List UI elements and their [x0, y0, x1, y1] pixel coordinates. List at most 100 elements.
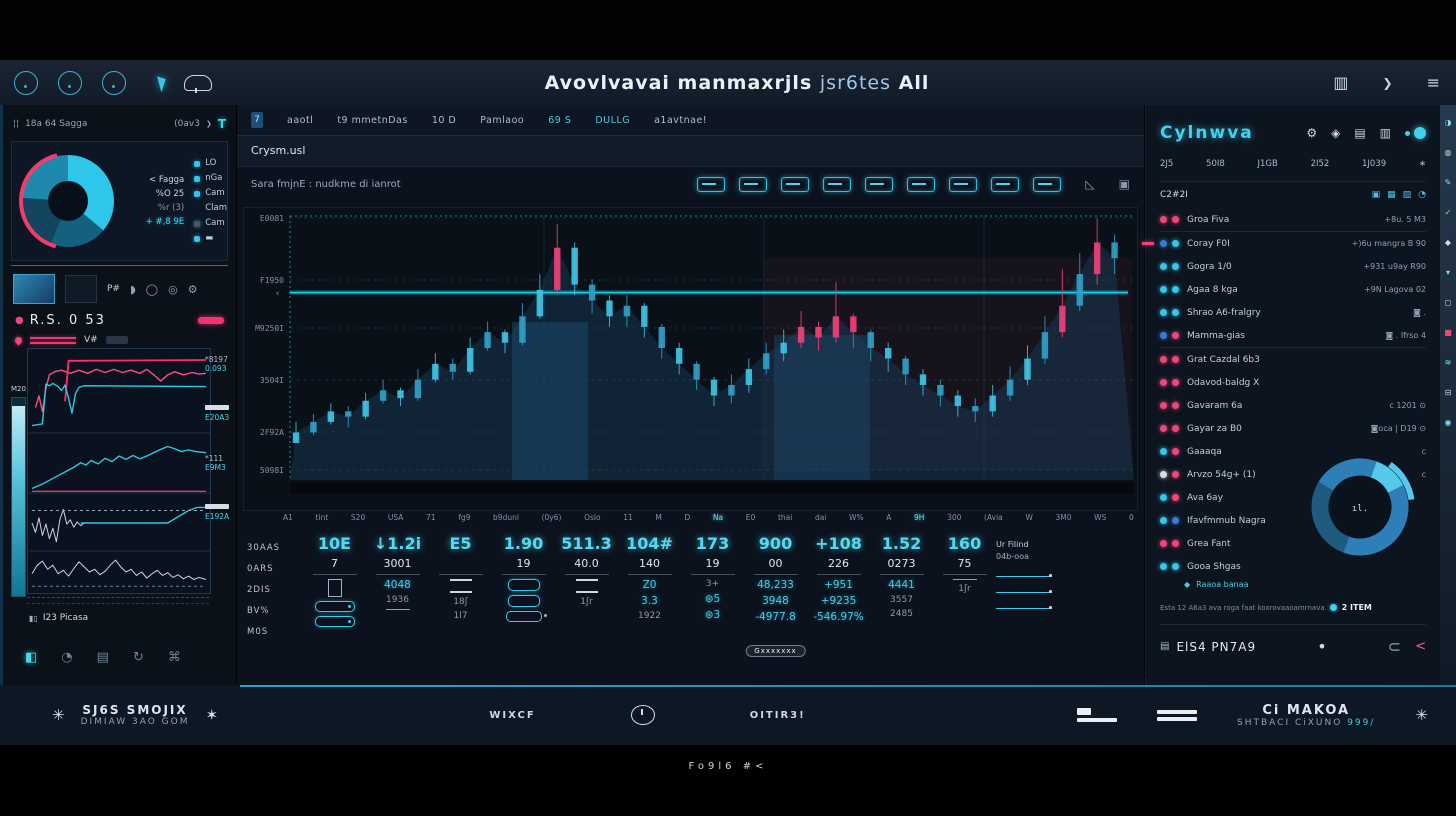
- tab-3[interactable]: J1GB: [1258, 159, 1278, 169]
- edge-strip-icon[interactable]: ✓: [1445, 209, 1452, 217]
- section-icon[interactable]: ◔: [1418, 190, 1426, 200]
- legend-item[interactable]: LO: [194, 156, 227, 171]
- path-tool-icon[interactable]: [991, 177, 1019, 192]
- edge-strip-icon[interactable]: ≋: [1445, 359, 1452, 367]
- sparkle-icon[interactable]: ✳: [52, 706, 65, 724]
- subset-icon[interactable]: ⊂: [1388, 637, 1401, 656]
- pin-icon[interactable]: ◗: [130, 283, 136, 296]
- edge-strip-icon[interactable]: ◍: [1445, 149, 1452, 157]
- side-slider-1[interactable]: [996, 571, 1052, 577]
- clock-circle-icon[interactable]: [102, 71, 126, 95]
- sparkle-icon-3[interactable]: ✳: [1415, 706, 1428, 724]
- pillD-icon[interactable]: [506, 611, 542, 622]
- back-chevron-icon[interactable]: <: [1415, 639, 1426, 654]
- watchlist-row[interactable]: Agaa 8 kga+9N Lagova 02: [1160, 278, 1426, 301]
- menu-item[interactable]: t9 mmetnDas: [337, 115, 407, 126]
- sparkle-icon-2[interactable]: ✶: [206, 706, 219, 724]
- section-icon[interactable]: ▣: [1372, 190, 1381, 200]
- tab-1[interactable]: 2J5: [1160, 159, 1173, 169]
- watchlist-row[interactable]: Shrao A6-fralgry◙ .: [1160, 301, 1426, 324]
- stat-pill[interactable]: Gxxxxxxx: [745, 645, 805, 657]
- bars-icon-1[interactable]: [1077, 705, 1117, 725]
- columns-icon[interactable]: ▥: [1380, 126, 1391, 140]
- sidebar-tool-icon[interactable]: ▤: [97, 650, 109, 665]
- snapshot-icon[interactable]: ▣: [1119, 177, 1130, 191]
- sidebar-tool-icon[interactable]: ⌘: [168, 650, 181, 665]
- eraser-icon[interactable]: ◺: [1085, 177, 1094, 191]
- legend-item[interactable]: Cam: [194, 186, 227, 201]
- sidebar-pin-icon[interactable]: T: [218, 117, 226, 131]
- edge-strip-icon[interactable]: ◉: [1445, 419, 1452, 427]
- chart-thumbnail-empty[interactable]: [65, 275, 97, 303]
- grid-tool-icon[interactable]: [823, 177, 851, 192]
- sidebar-chevron-icon[interactable]: ❯: [206, 120, 212, 128]
- bullseye-icon[interactable]: ◎: [168, 283, 178, 296]
- edge-strip-icon[interactable]: ◻: [1445, 299, 1452, 307]
- watchlist-row[interactable]: Gayar za B0◙oca | D19 ⊙: [1160, 417, 1426, 440]
- menu-item[interactable]: 69 S: [548, 115, 571, 126]
- circle-icon[interactable]: ◯: [146, 283, 158, 296]
- section-icon[interactable]: ▦: [1387, 190, 1396, 200]
- edge-strip-icon[interactable]: ✎: [1445, 179, 1452, 187]
- footer-link-2[interactable]: OITIR3!: [750, 710, 806, 721]
- sidebar-tool-icon[interactable]: ◧: [25, 650, 37, 665]
- watchlist-row[interactable]: Grat Cazdal 6b3: [1160, 348, 1426, 371]
- edge-strip-icon[interactable]: ■: [1444, 329, 1452, 337]
- more-tool-icon[interactable]: [1033, 177, 1061, 192]
- brush-tool-icon[interactable]: [781, 177, 809, 192]
- watchlist-row[interactable]: Mamma-gias◙ . Ifrso 4: [1160, 324, 1426, 347]
- menu-item[interactable]: Pamlaoo: [480, 115, 524, 126]
- flag-tool-icon[interactable]: [949, 177, 977, 192]
- legend-item[interactable]: Cam: [194, 216, 227, 231]
- legend-item[interactable]: ▬: [194, 231, 227, 246]
- pill-icon[interactable]: [508, 579, 540, 591]
- side-slider-3[interactable]: [996, 603, 1052, 609]
- menu-item[interactable]: 10 D: [432, 115, 456, 126]
- pill-icon[interactable]: [508, 595, 540, 607]
- legend-item[interactable]: nGa: [194, 171, 227, 186]
- edge-strip-icon[interactable]: ◑: [1445, 119, 1452, 127]
- chevron-right-icon[interactable]: ❯: [1383, 76, 1393, 90]
- bars-icon-2[interactable]: [1157, 707, 1197, 724]
- line-tool-icon[interactable]: [697, 177, 725, 192]
- columns-icon[interactable]: ▥: [1333, 73, 1348, 92]
- sidebar-tool-icon[interactable]: ◔: [61, 650, 72, 665]
- toggle-switch[interactable]: [1405, 127, 1426, 139]
- side-slider-2[interactable]: [996, 587, 1052, 593]
- tab-2[interactable]: 50I8: [1206, 159, 1225, 169]
- cloud-icon[interactable]: [184, 75, 212, 91]
- menu-icon[interactable]: ≡: [1427, 73, 1440, 92]
- chart-thumbnail[interactable]: [13, 274, 55, 304]
- slider-icon[interactable]: [315, 616, 355, 627]
- edge-strip-icon[interactable]: ⊟: [1445, 389, 1452, 397]
- watchlist-row[interactable]: Groa Fiva+8u. 5 M3: [1160, 208, 1426, 231]
- main-chart[interactable]: E0081F1950M9250I3504I2F92A5098I‹: [243, 207, 1138, 511]
- sparkle-icon[interactable]: ∗: [1419, 159, 1426, 169]
- tab-4[interactable]: 2I52: [1311, 159, 1330, 169]
- edge-strip-icon[interactable]: ◆: [1445, 239, 1451, 247]
- legend-item[interactable]: Clam: [194, 201, 227, 216]
- pen-tool-icon[interactable]: [907, 177, 935, 192]
- refresh-circle-icon[interactable]: [58, 71, 82, 95]
- gear-icon[interactable]: ⚙: [1306, 126, 1317, 140]
- panel-badge[interactable]: 7: [251, 112, 263, 128]
- watchlist-row[interactable]: Odavod-baldg X: [1160, 371, 1426, 394]
- sidebar-tool-icon[interactable]: ↻: [133, 650, 144, 665]
- panel-icon[interactable]: ▤: [1354, 126, 1365, 140]
- trend-tool-icon[interactable]: [739, 177, 767, 192]
- menu-item[interactable]: aaotl: [287, 115, 313, 126]
- slider-icon[interactable]: [315, 601, 355, 612]
- gear-icon[interactable]: ⚙: [188, 283, 198, 296]
- watchlist-subitem[interactable]: ◆ Raaoa banaa: [1184, 580, 1426, 589]
- menu-item[interactable]: DULLG: [595, 115, 630, 126]
- box-tool-icon[interactable]: [865, 177, 893, 192]
- kite-icon[interactable]: [144, 73, 165, 92]
- watchlist-row[interactable]: Gavaram 6ac 1201 ⊙: [1160, 394, 1426, 417]
- edge-strip-icon[interactable]: ▾: [1446, 269, 1450, 277]
- section-icon[interactable]: ▧: [1403, 190, 1412, 200]
- tab-5[interactable]: 1J039: [1362, 159, 1386, 169]
- diamond-icon[interactable]: ◈: [1331, 126, 1340, 140]
- watchlist-row[interactable]: Gogra 1/0+931 u9ay R90: [1160, 255, 1426, 278]
- target-circle-icon[interactable]: [14, 71, 38, 95]
- vertical-gauge-bar[interactable]: [11, 397, 26, 597]
